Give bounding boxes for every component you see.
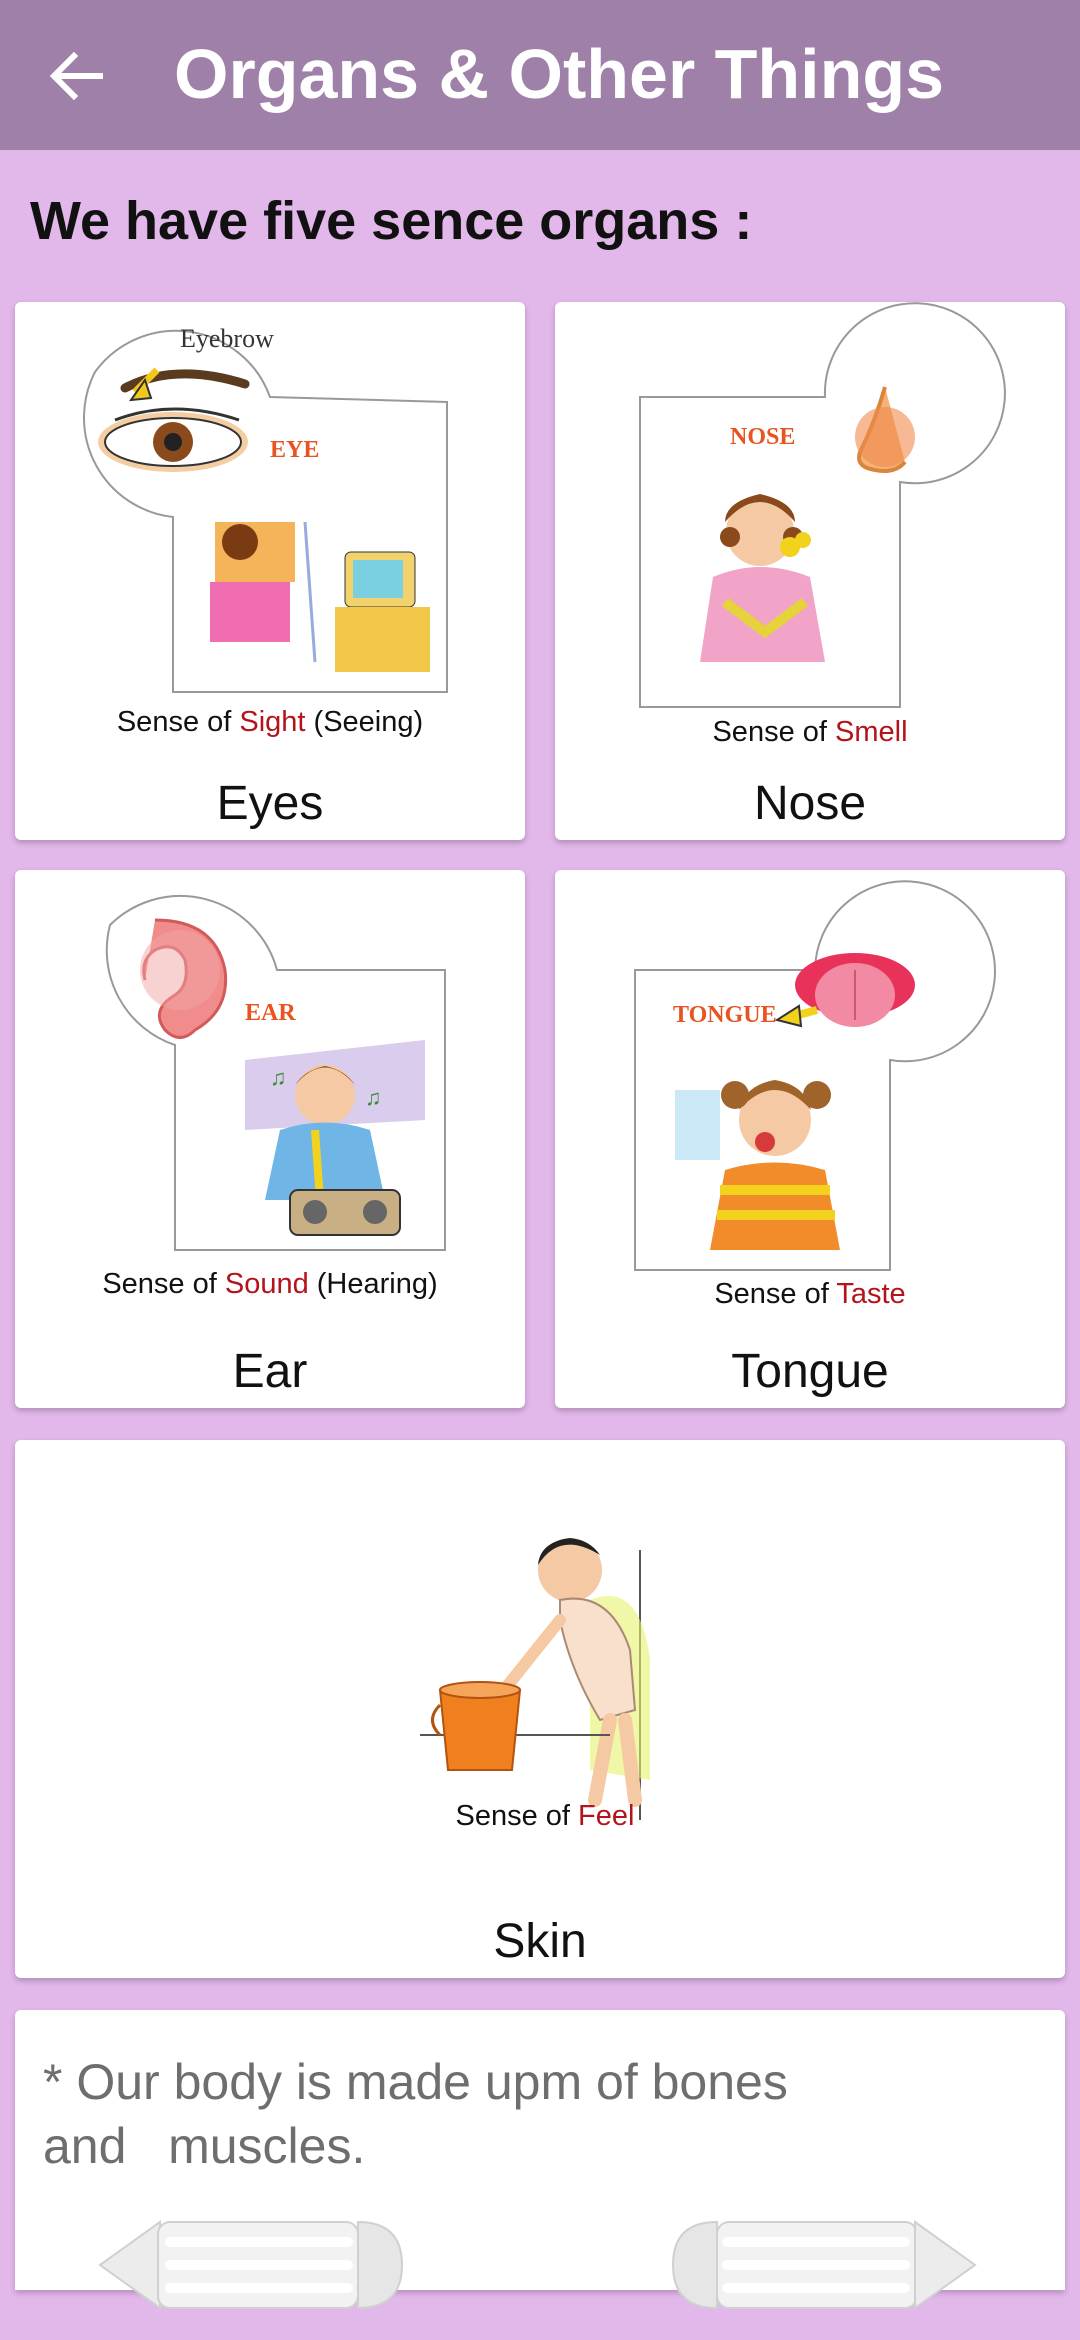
- tongue-tag: TONGUE: [673, 1002, 777, 1028]
- eye-illustration: Eyebrow EYE: [83, 324, 448, 693]
- sense-description: Sense of Sound (Hearing): [102, 1268, 438, 1300]
- ear-illustration: EAR ♫ ♫: [105, 895, 446, 1251]
- arrow-left-icon: [49, 51, 103, 101]
- app-bar: Organs & Other Things: [0, 0, 1080, 150]
- note-text: * Our body is made upm of bones and musc…: [43, 2054, 788, 2174]
- sense-description: Sense of Feel: [455, 1800, 635, 1832]
- eyebrow-label: Eyebrow: [180, 324, 274, 353]
- card-caption: Nose: [753, 777, 867, 830]
- sense-description: Sense of Taste: [714, 1278, 906, 1310]
- nose-illustration: NOSE: [639, 302, 1006, 708]
- svg-text:♫: ♫: [365, 1085, 382, 1110]
- page-title: Organs & Other Things: [174, 35, 945, 113]
- previous-button[interactable]: [90, 2210, 410, 2320]
- organ-card-nose[interactable]: NOSE Sense of Smell Nose: [555, 302, 1065, 840]
- organ-card-eyes[interactable]: Eyebrow EYE Sense of Sight (Seeing) Eyes: [15, 302, 525, 840]
- organ-card-skin[interactable]: Sense of Feel Skin: [15, 1440, 1065, 1978]
- nose-tag: NOSE: [730, 424, 795, 450]
- tongue-illustration: TONGUE: [634, 880, 996, 1271]
- next-button[interactable]: [665, 2210, 985, 2320]
- ear-tag: EAR: [245, 1000, 296, 1026]
- section-heading: We have five sence organs :: [30, 191, 753, 251]
- sense-description: Sense of Smell: [712, 716, 908, 748]
- eye-tag: EYE: [270, 437, 319, 463]
- sense-description: Sense of Sight (Seeing): [116, 706, 424, 738]
- organ-card-tongue[interactable]: TONGUE Sense of Taste Tongue: [555, 870, 1065, 1408]
- svg-text:♫: ♫: [270, 1065, 287, 1090]
- card-caption: Tongue: [731, 1345, 889, 1398]
- card-caption: Ear: [232, 1345, 308, 1398]
- organ-card-ear[interactable]: EAR ♫ ♫ Sense of Sound (Hearing) Ear: [15, 870, 525, 1408]
- pencil-arrow-left-icon: [98, 2220, 404, 2310]
- pencil-arrow-right-icon: [671, 2220, 977, 2310]
- skin-illustration: [420, 1538, 650, 1820]
- card-caption: Skin: [493, 1915, 587, 1968]
- card-caption: Eyes: [216, 777, 324, 830]
- back-button[interactable]: [40, 40, 112, 112]
